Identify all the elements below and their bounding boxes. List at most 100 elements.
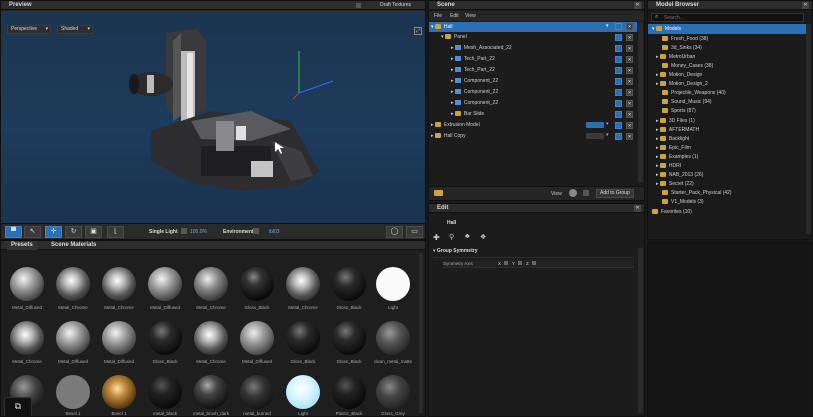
rotate-tool-button[interactable]: ↻ [65, 226, 82, 238]
menu-view[interactable]: View [465, 11, 476, 21]
material-swatch[interactable] [56, 267, 90, 301]
material-pill[interactable] [586, 133, 604, 139]
material-swatch[interactable] [376, 375, 410, 409]
tree-row[interactable]: ▾ Panel [429, 32, 637, 42]
scale-tool-button[interactable]: ▣ [85, 226, 102, 238]
tree-row[interactable]: ▾ Models [648, 24, 808, 34]
visibility-toggle[interactable] [615, 111, 622, 118]
delete-button[interactable]: ✕ [626, 34, 633, 41]
view-label[interactable]: View [551, 191, 562, 197]
material-swatch[interactable] [10, 321, 44, 355]
axis-z-toggle[interactable] [532, 261, 536, 265]
new-folder-button[interactable] [434, 190, 444, 197]
material-pill[interactable] [586, 122, 604, 128]
search-input[interactable] [664, 14, 794, 21]
delete-button[interactable]: ✕ [626, 133, 633, 140]
delete-button[interactable]: ✕ [626, 67, 633, 74]
render-button[interactable]: ◯ [386, 226, 403, 238]
material-swatch[interactable] [240, 321, 274, 355]
scene-scrollbar[interactable] [638, 22, 643, 182]
material-swatch[interactable] [240, 267, 274, 301]
material-swatch[interactable] [286, 321, 320, 355]
grid-icon[interactable] [583, 190, 589, 196]
visibility-toggle[interactable] [615, 45, 622, 52]
material-swatch[interactable] [10, 267, 44, 301]
visibility-toggle[interactable] [615, 56, 622, 63]
material-pill[interactable] [586, 24, 604, 30]
tree-row[interactable]: ▸ Component_22 [429, 76, 637, 86]
menu-file[interactable]: File [434, 11, 442, 21]
material-swatch[interactable] [286, 267, 320, 301]
environment-value[interactable]: ibl03 [269, 229, 280, 235]
delete-button[interactable]: ✕ [626, 23, 633, 30]
3d-model[interactable] [1, 11, 426, 223]
visibility-toggle[interactable] [615, 122, 622, 129]
chevron-down-icon[interactable]: ▾ [606, 23, 609, 29]
material-swatch[interactable] [332, 267, 366, 301]
visibility-toggle[interactable] [615, 23, 622, 30]
tree-row[interactable]: Sports (87) [648, 106, 696, 116]
chevron-down-icon[interactable]: ▾ [606, 132, 609, 138]
edit-scrollbar[interactable] [638, 248, 643, 413]
delete-button[interactable]: ✕ [626, 89, 633, 96]
axis-x-toggle[interactable] [504, 261, 508, 265]
screen-button[interactable]: ▭ [406, 226, 423, 238]
material-swatch[interactable] [148, 375, 182, 409]
close-icon[interactable]: ✕ [634, 2, 641, 9]
material-swatch[interactable] [194, 375, 228, 409]
tab-presets[interactable]: Presets [7, 241, 37, 250]
material-swatch[interactable] [332, 321, 366, 355]
visibility-toggle[interactable] [615, 89, 622, 96]
visibility-toggle[interactable] [615, 78, 622, 85]
tree-row[interactable]: ▸ Tech_Part_22 [429, 65, 637, 75]
layers-icon[interactable]: ❖ [480, 233, 486, 241]
draft-textures-checkbox[interactable] [356, 3, 361, 8]
settings-icon[interactable] [569, 189, 577, 197]
menu-edit[interactable]: Edit [450, 11, 459, 21]
material-swatch[interactable] [376, 321, 410, 355]
tree-row[interactable]: Favorites (10) [648, 207, 692, 217]
material-swatch[interactable] [148, 321, 182, 355]
zoom-spin[interactable] [181, 228, 187, 234]
group-symmetry-section[interactable]: ▾ Group Symmetry [433, 248, 634, 258]
material-swatch[interactable] [376, 267, 410, 301]
group-icon[interactable]: ♣ [465, 233, 470, 240]
delete-button[interactable]: ✕ [626, 111, 633, 118]
axis-y-toggle[interactable] [518, 261, 522, 265]
material-swatch[interactable] [56, 375, 90, 409]
expand-panel-button[interactable]: ⧉ [4, 397, 32, 416]
material-swatch[interactable] [332, 375, 366, 409]
material-swatch[interactable] [240, 375, 274, 409]
add-icon[interactable]: ✚ [433, 233, 440, 242]
snap-tool-button[interactable]: ⌊ [107, 226, 124, 238]
material-swatch[interactable] [102, 321, 136, 355]
move-tool-button[interactable]: ✛ [45, 226, 62, 238]
material-swatch[interactable] [194, 267, 228, 301]
material-swatch[interactable] [286, 375, 320, 409]
tree-row[interactable]: ▸ Component_22 [429, 98, 637, 108]
close-icon[interactable]: ✕ [634, 205, 641, 212]
delete-button[interactable]: ✕ [626, 122, 633, 129]
model-search[interactable]: ⌕ [651, 13, 804, 22]
material-swatch[interactable] [102, 267, 136, 301]
delete-button[interactable]: ✕ [626, 45, 633, 52]
model-browser-scrollbar[interactable] [806, 24, 811, 234]
tree-row[interactable]: ▸ Component_22 [429, 87, 637, 97]
3d-viewport[interactable]: Perspective ▾ Shaded ▾ ⤢ [1, 11, 426, 223]
material-swatch[interactable] [194, 321, 228, 355]
material-swatch[interactable] [148, 267, 182, 301]
tab-scene-materials[interactable]: Scene Materials [47, 241, 100, 250]
material-swatch[interactable] [56, 321, 90, 355]
visibility-toggle[interactable] [615, 67, 622, 74]
zoom-value[interactable]: 100.0% [190, 229, 207, 235]
tree-row[interactable]: V1_Models (3) [648, 197, 704, 207]
close-icon[interactable]: ✕ [802, 2, 809, 9]
environment-button[interactable] [253, 228, 259, 234]
tree-row[interactable]: ▸ Bar Slide [429, 109, 637, 119]
select-tool-button[interactable]: ↖ [24, 226, 41, 238]
delete-button[interactable]: ✕ [626, 78, 633, 85]
visibility-toggle[interactable] [615, 34, 622, 41]
visibility-toggle[interactable] [615, 100, 622, 107]
material-swatch[interactable] [102, 375, 136, 409]
camera-tool-button[interactable]: ▀ [5, 226, 22, 238]
